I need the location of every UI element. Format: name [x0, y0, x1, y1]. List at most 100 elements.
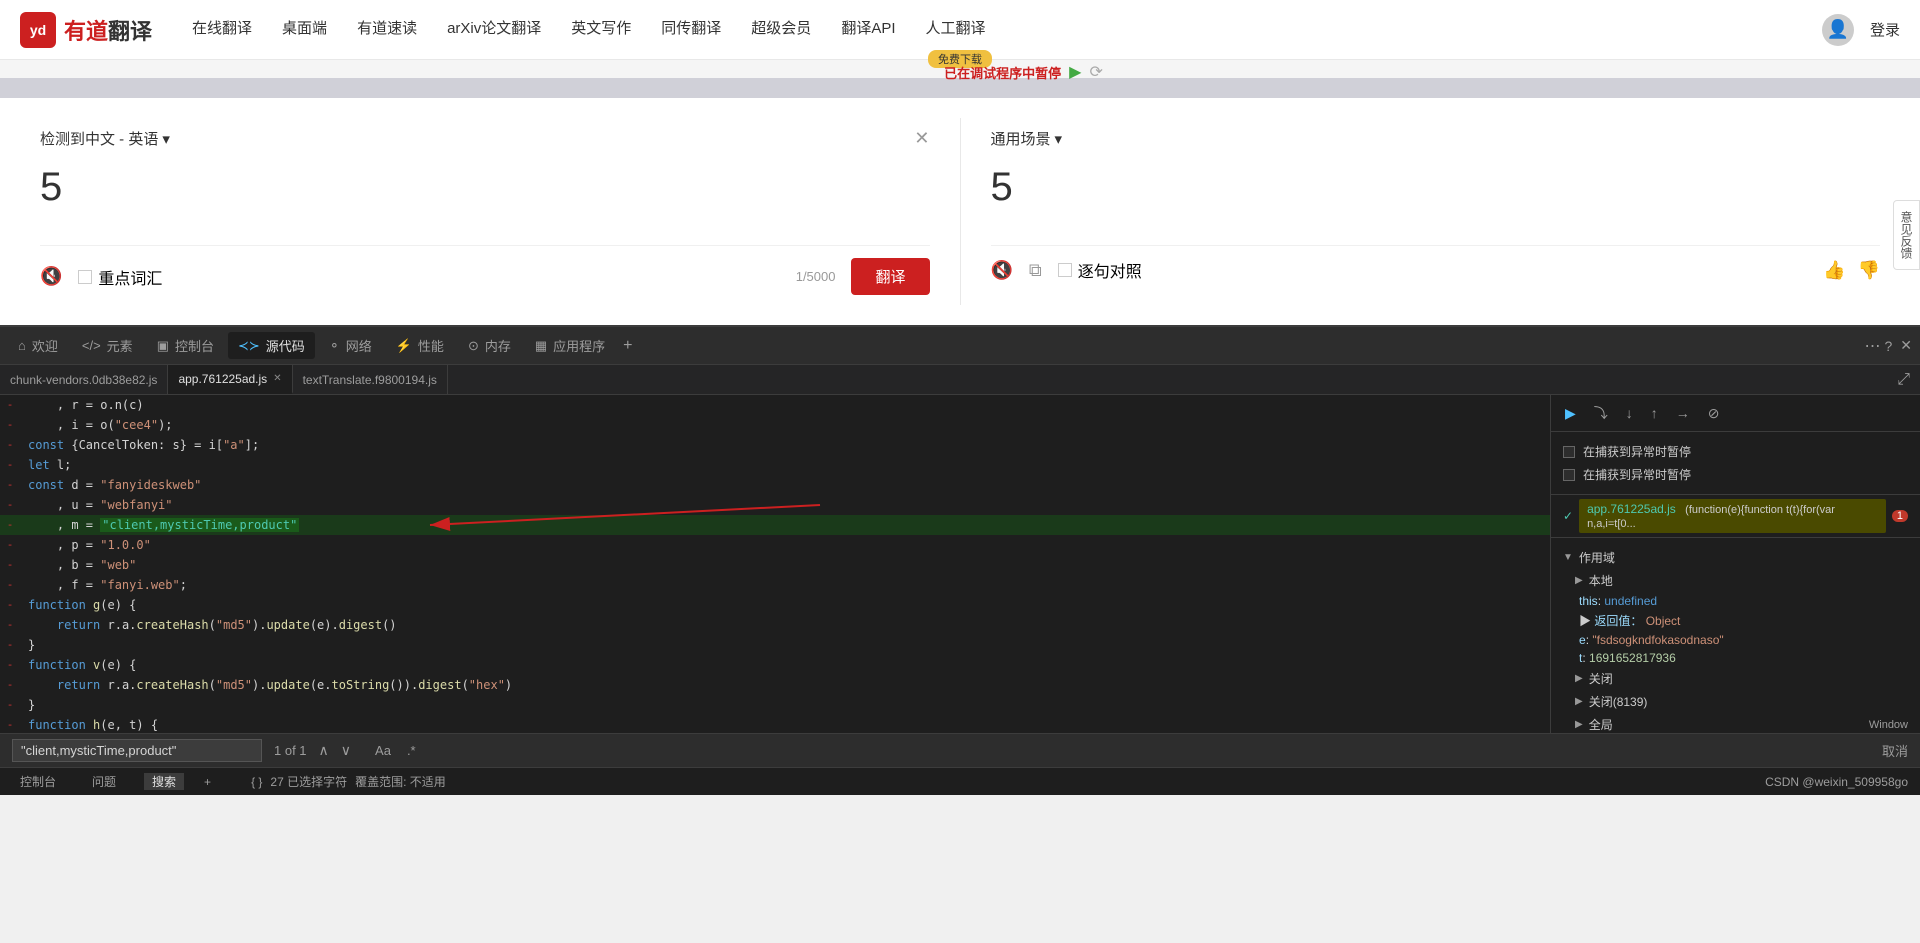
thumbs-up-icon[interactable]: 👍: [1823, 260, 1845, 281]
step-button[interactable]: →: [1672, 403, 1694, 423]
nav-desktop[interactable]: 桌面端: [282, 17, 327, 42]
nav-simultaneous[interactable]: 同传翻译: [661, 17, 721, 42]
vocab-checkbox[interactable]: [78, 270, 92, 284]
step-out-button[interactable]: ↑: [1647, 403, 1662, 423]
tab-welcome[interactable]: ⌂ 欢迎: [8, 332, 68, 359]
pause-checkbox-1[interactable]: [1563, 446, 1575, 458]
closed-count-scope-label: 关闭(8139): [1589, 693, 1648, 710]
chevron-icon: ▶: [1575, 696, 1583, 707]
resume-button[interactable]: ▶: [1069, 62, 1081, 82]
code-line: - , i = o("cee4");: [0, 415, 1550, 435]
line-indicator: -: [0, 475, 20, 495]
file-tabs: chunk-vendors.0db38e82.js app.761225ad.j…: [0, 365, 1920, 395]
file-tab-app[interactable]: app.761225ad.js ✕: [168, 365, 292, 394]
add-tab-button[interactable]: +: [623, 337, 632, 355]
line-indicator: -: [0, 575, 20, 595]
pause-item-2[interactable]: 在捕获到异常时暂停: [1563, 463, 1908, 486]
watermark: CSDN @weixin_509958go: [1765, 775, 1908, 789]
nav-api[interactable]: 翻译API: [841, 17, 895, 42]
search-next-button[interactable]: ∨: [341, 742, 351, 759]
deactivate-breakpoints-button[interactable]: ⊘: [1704, 403, 1724, 424]
tab-application[interactable]: ▦ 应用程序: [525, 332, 615, 359]
nav-vip[interactable]: 超级会员: [751, 17, 811, 42]
user-avatar[interactable]: 👤: [1822, 14, 1854, 46]
tab-sources[interactable]: ≺≻ 源代码: [228, 332, 315, 359]
coverage-info: 覆盖范围: 不适用: [355, 773, 446, 790]
file-tab-chunk-vendors[interactable]: chunk-vendors.0db38e82.js: [0, 365, 168, 394]
resume-execution-button[interactable]: ▶: [1561, 403, 1580, 424]
feedback-tab[interactable]: 意见反馈: [1893, 200, 1920, 270]
source-text[interactable]: 5: [40, 165, 930, 225]
source-lang-selector[interactable]: 检测到中文 - 英语 ▾: [40, 128, 170, 149]
closed-count-scope-header[interactable]: ▶ 关闭(8139): [1563, 690, 1908, 713]
search-input[interactable]: [12, 739, 262, 762]
more-tabs-button[interactable]: ⋯: [1864, 336, 1880, 356]
tab-memory[interactable]: ⊙ 内存: [458, 332, 521, 359]
add-panel-button[interactable]: +: [204, 775, 211, 789]
source-panel: 检测到中文 - 英语 ▾ ✕ 5 🔇 重点词汇 1/5000 翻译: [20, 118, 950, 305]
search-prev-button[interactable]: ∧: [319, 742, 329, 759]
file-expand-button[interactable]: ⤢: [1887, 371, 1920, 389]
target-text: 5: [991, 165, 1881, 225]
close-source-button[interactable]: ✕: [914, 128, 929, 149]
selection-count: 27 已选择字符: [270, 773, 347, 790]
code-panel[interactable]: - , r = o.n(c) - , i = o("cee4"); - cons…: [0, 395, 1550, 733]
login-button[interactable]: 登录: [1870, 19, 1900, 40]
chevron-icon: ▼: [1563, 552, 1573, 563]
nav-online-translate[interactable]: 在线翻译: [192, 17, 252, 42]
file-ref-area[interactable]: app.761225ad.js (function(e){function t(…: [1579, 499, 1886, 533]
scene-selector[interactable]: 通用场景 ▾: [991, 128, 1063, 149]
close-devtools-button[interactable]: ✕: [1900, 337, 1912, 354]
vocab-checkbox-area[interactable]: 重点词汇: [78, 265, 162, 289]
nav-human-translate[interactable]: 人工翻译: [926, 17, 986, 42]
scope-section: ▼ 作用域 ▶ 本地 this: undefined ▶ 返回值： Object…: [1551, 538, 1920, 733]
pause-checkbox-2[interactable]: [1563, 469, 1575, 481]
translate-button[interactable]: 翻译: [851, 258, 929, 295]
tab-elements[interactable]: </> 元素: [72, 332, 143, 359]
pause-item-1[interactable]: 在捕获到异常时暂停: [1563, 440, 1908, 463]
local-scope-header[interactable]: ▶ 本地: [1563, 569, 1908, 592]
vocab-label: 重点词汇: [98, 265, 162, 289]
nav-arxiv[interactable]: arXiv论文翻译: [447, 17, 541, 42]
line-indicator: -: [0, 455, 20, 475]
tab-performance[interactable]: ⚡ 性能: [386, 332, 454, 359]
tab-console[interactable]: ▣ 控制台: [147, 332, 224, 359]
closed-scope-header[interactable]: ▶ 关闭: [1563, 667, 1908, 690]
thumbs-down-icon[interactable]: 👎: [1858, 260, 1880, 281]
line-indicator: -: [0, 655, 20, 675]
tab-network[interactable]: ⚬ 网络: [319, 332, 382, 359]
skip-button[interactable]: ⟳: [1089, 62, 1102, 82]
step-into-button[interactable]: ↓: [1622, 403, 1637, 423]
code-line: - const d = "fanyideskweb": [0, 475, 1550, 495]
global-scope-header[interactable]: ▶ 全局 Window: [1563, 713, 1908, 733]
status-tab-problems[interactable]: 问题: [84, 773, 124, 790]
help-button[interactable]: ?: [1884, 338, 1892, 354]
scope-header[interactable]: ▼ 作用域: [1563, 546, 1908, 569]
status-tab-search[interactable]: 搜索: [144, 773, 184, 790]
sentence-checkbox[interactable]: [1058, 263, 1072, 277]
nav-english-writing[interactable]: 英文写作: [571, 17, 631, 42]
logo-area[interactable]: yd 有道翻译: [20, 12, 152, 48]
code-line: - const {CancelToken: s} = i["a"];: [0, 435, 1550, 455]
target-audio-icon[interactable]: 🔇: [991, 260, 1013, 281]
line-indicator: -: [0, 515, 20, 535]
devtools-panel: ⌂ 欢迎 </> 元素 ▣ 控制台 ≺≻ 源代码 ⚬ 网络 ⚡ 性能 ⊙ 内存 …: [0, 325, 1920, 795]
selection-info: { } 27 已选择字符 覆盖范围: 不适用: [231, 773, 446, 790]
cancel-search-button[interactable]: 取消: [1882, 741, 1908, 760]
nav-speed-read[interactable]: 有道速读: [357, 17, 417, 42]
status-tab-console[interactable]: 控制台: [12, 773, 64, 790]
regex-button[interactable]: .*: [403, 741, 420, 760]
code-line: - return r.a.createHash("md5").update(e.…: [0, 675, 1550, 695]
step-over-button[interactable]: ⤵: [1590, 401, 1612, 425]
source-footer: 🔇 重点词汇 1/5000 翻译: [40, 245, 930, 295]
match-case-button[interactable]: Aa: [371, 741, 395, 760]
file-tab-close-icon[interactable]: ✕: [273, 373, 281, 384]
checkmark-icon: ✓: [1563, 509, 1573, 523]
source-audio-icon[interactable]: 🔇: [40, 266, 62, 287]
line-indicator: -: [0, 695, 20, 715]
file-tab-text-translate[interactable]: textTranslate.f9800194.js: [293, 365, 448, 394]
sentence-checkbox-area[interactable]: 逐句对照: [1058, 258, 1142, 282]
code-line: - return r.a.createHash("md5").update(e)…: [0, 615, 1550, 635]
copy-icon[interactable]: ⧉: [1029, 260, 1042, 281]
file-tab-label: chunk-vendors.0db38e82.js: [10, 373, 157, 387]
